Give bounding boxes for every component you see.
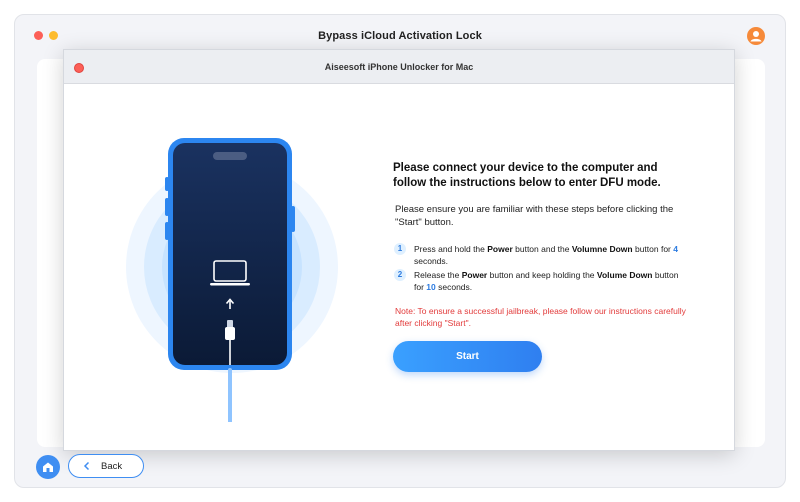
step-number: 1 [394, 243, 406, 255]
window-title: Bypass iCloud Activation Lock [318, 30, 482, 42]
jailbreak-note: Note: To ensure a successful jailbreak, … [395, 306, 686, 328]
step-text: Release the Power button and keep holdin… [414, 270, 679, 292]
unlock-dialog: Aiseesoft iPhone Unlocker for Mac Please… [63, 49, 735, 451]
ensure-text: Please ensure you are familiar with thes… [395, 204, 674, 228]
home-icon [43, 462, 53, 472]
home-button[interactable] [36, 455, 60, 479]
instructions-heading: Please connect your device to the comput… [393, 162, 661, 189]
step-text: Press and hold the Power button and the … [414, 244, 678, 266]
user-glyph [750, 31, 762, 42]
step-number: 2 [394, 269, 406, 281]
start-button[interactable]: Start [393, 341, 542, 372]
back-label: Back [101, 461, 123, 472]
phone-illustration [126, 138, 338, 422]
dialog-title-bar: Aiseesoft iPhone Unlocker for Mac [64, 50, 734, 84]
user-icon[interactable] [747, 27, 765, 45]
phone-dynamic-island [213, 152, 247, 160]
chevron-left-icon [83, 461, 90, 471]
dialog-title: Aiseesoft iPhone Unlocker for Mac [324, 62, 474, 72]
back-button[interactable]: Back [68, 454, 144, 478]
